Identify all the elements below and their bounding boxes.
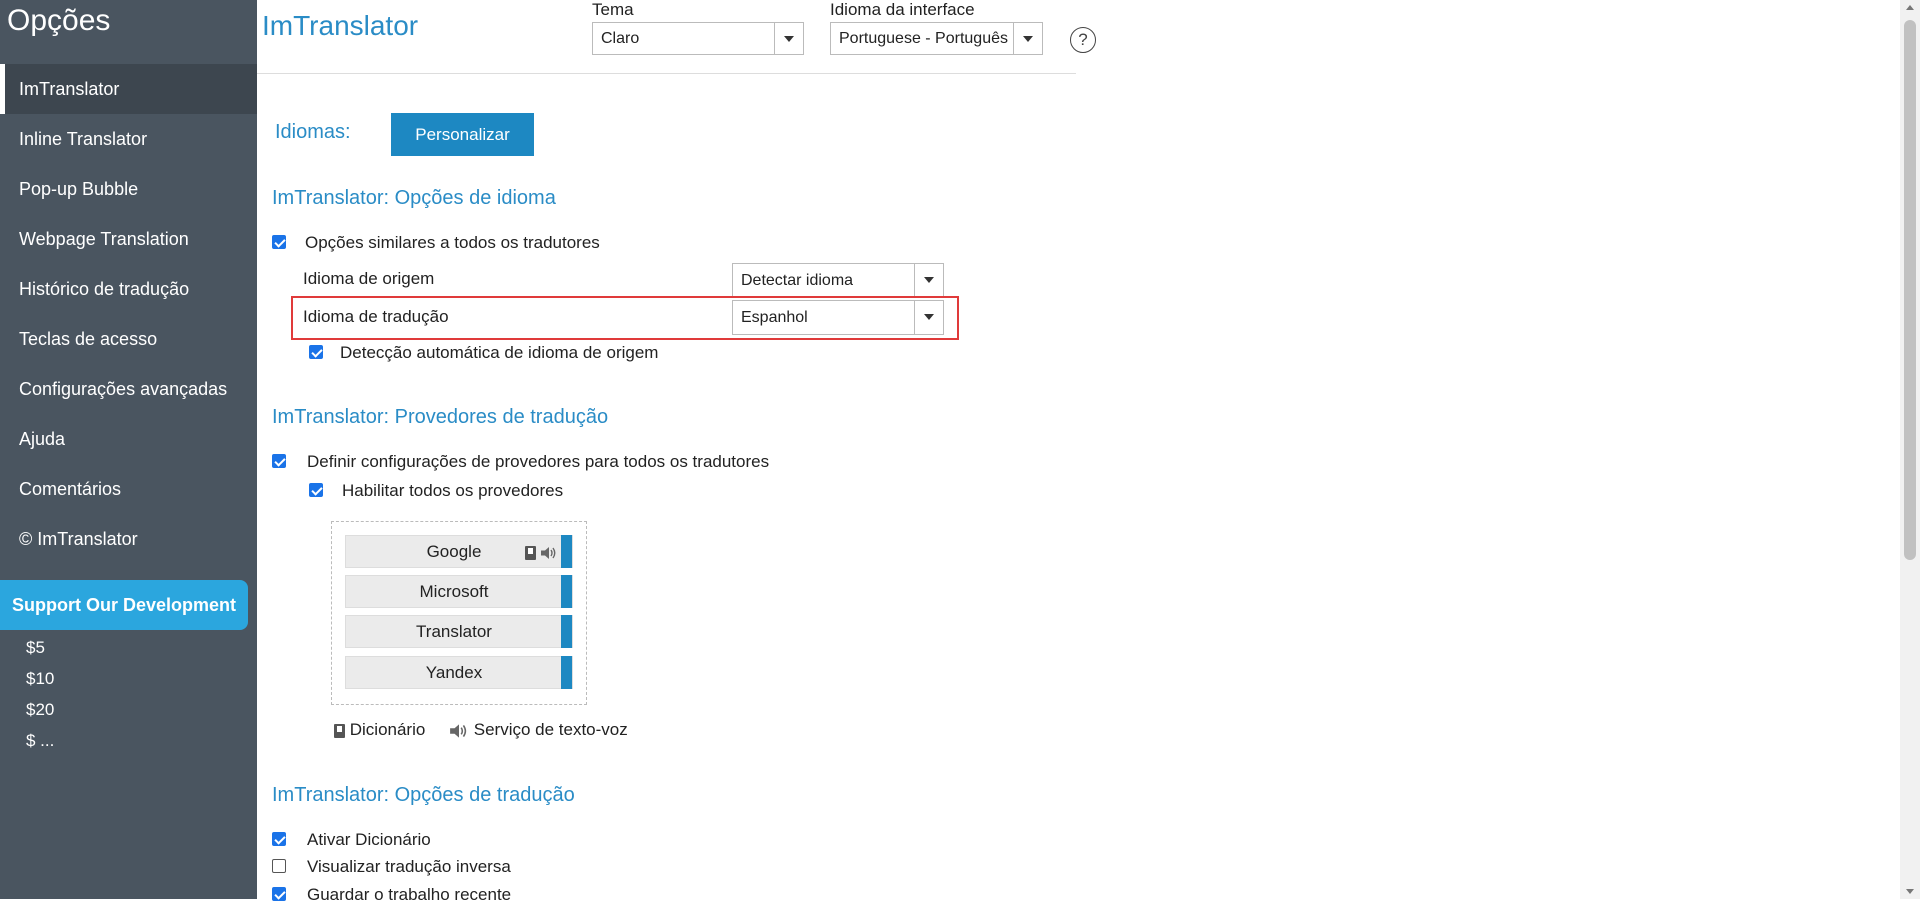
enable-providers-checkbox[interactable]	[309, 483, 323, 497]
sidebar-item-popup-bubble[interactable]: Pop-up Bubble	[0, 164, 257, 214]
header-divider	[257, 73, 1076, 74]
define-providers-label: Definir configurações de provedores para…	[307, 452, 770, 471]
donation-10-link[interactable]: $10	[26, 663, 54, 694]
provider-microsoft[interactable]: Microsoft	[345, 575, 573, 608]
save-recent-label: Guardar o trabalho recente	[307, 885, 512, 904]
scroll-down-icon[interactable]	[1906, 889, 1914, 894]
sidebar-item-hotkeys[interactable]: Teclas de acesso	[0, 314, 257, 364]
back-translation-checkbox[interactable]	[272, 859, 286, 873]
sidebar-item-history[interactable]: Histórico de tradução	[0, 264, 257, 314]
source-language-value: Detectar idioma	[741, 272, 854, 289]
donation-20-link[interactable]: $20	[26, 694, 54, 725]
sidebar: Opções ImTranslator Inline Translator Po…	[0, 0, 257, 899]
sidebar-title: Opções	[7, 4, 111, 37]
provider-name: Yandex	[425, 663, 483, 682]
donation-5-link[interactable]: $5	[26, 632, 54, 663]
sidebar-item-advanced-settings[interactable]: Configurações avançadas	[0, 364, 257, 414]
theme-select[interactable]: Claro	[592, 22, 804, 55]
same-options-checkbox[interactable]	[272, 235, 286, 249]
sidebar-item-webpage-translation[interactable]: Webpage Translation	[0, 214, 257, 264]
provider-enabled-bar	[561, 535, 572, 568]
provider-yandex[interactable]: Yandex	[345, 656, 573, 689]
sidebar-item-feedback[interactable]: Comentários	[0, 464, 257, 514]
provider-enabled-bar	[561, 656, 572, 689]
language-options-title: ImTranslator: Opções de idioma	[272, 187, 556, 209]
autodetect-label: Detecção automática de idioma de origem	[340, 343, 659, 362]
define-providers-checkbox[interactable]	[272, 454, 286, 468]
theme-select-value: Claro	[601, 30, 640, 47]
sidebar-item-inline-translator[interactable]: Inline Translator	[0, 114, 257, 164]
provider-google-icons	[524, 544, 558, 562]
chevron-down-icon	[1013, 23, 1042, 54]
source-language-label: Idioma de origem	[303, 269, 435, 288]
app-title: ImTranslator	[262, 10, 419, 41]
autodetect-checkbox[interactable]	[309, 345, 323, 359]
donation-custom-link[interactable]: $ ...	[26, 725, 54, 756]
support-development-button[interactable]: Support Our Development	[0, 580, 248, 630]
provider-google[interactable]: Google	[345, 535, 573, 568]
sidebar-item-imtranslator[interactable]: ImTranslator	[0, 64, 257, 114]
sidebar-item-help[interactable]: Ajuda	[0, 414, 257, 464]
same-options-label: Opções similares a todos os tradutores	[305, 233, 600, 252]
enable-dictionary-checkbox[interactable]	[272, 832, 286, 846]
scrollbar-thumb[interactable]	[1904, 20, 1916, 560]
provider-enabled-bar	[561, 615, 572, 648]
dictionary-icon	[524, 545, 536, 560]
target-language-select[interactable]: Espanhol	[732, 300, 944, 335]
legend-tts: Serviço de texto-voz	[449, 720, 628, 742]
chevron-down-icon	[774, 23, 803, 54]
providers-title: ImTranslator: Provedores de tradução	[272, 406, 609, 428]
theme-label: Tema	[592, 0, 634, 19]
customize-button[interactable]: Personalizar	[391, 113, 534, 156]
languages-label: Idiomas:	[275, 121, 351, 143]
enable-providers-label: Habilitar todos os provedores	[342, 481, 564, 500]
provider-translator[interactable]: Translator	[345, 615, 573, 648]
page-scrollbar[interactable]	[1900, 0, 1920, 899]
dictionary-icon	[334, 723, 345, 738]
ui-language-select-value: Portuguese - Português	[839, 30, 1008, 47]
source-language-select[interactable]: Detectar idioma	[732, 263, 944, 298]
ui-language-label: Idioma da interface	[830, 0, 975, 19]
chevron-down-icon	[914, 301, 943, 334]
donation-list: $5 $10 $20 $ ...	[26, 632, 54, 756]
provider-enabled-bar	[561, 575, 572, 608]
enable-dictionary-label: Ativar Dicionário	[307, 830, 431, 849]
provider-name: Microsoft	[419, 582, 489, 601]
sidebar-menu: ImTranslator Inline Translator Pop-up Bu…	[0, 64, 257, 564]
legend-dictionary: Dicionário	[334, 720, 425, 742]
sidebar-item-about[interactable]: © ImTranslator	[0, 514, 257, 564]
ui-language-select[interactable]: Portuguese - Português	[830, 22, 1043, 55]
target-language-label: Idioma de tradução	[303, 307, 449, 326]
speaker-icon	[541, 546, 556, 559]
help-icon[interactable]: ?	[1070, 27, 1096, 53]
providers-box: Google Microsoft Translator Yandex	[331, 521, 587, 705]
speaker-icon	[450, 723, 467, 738]
translation-options-title: ImTranslator: Opções de tradução	[272, 784, 575, 806]
scroll-up-icon[interactable]	[1906, 5, 1914, 10]
target-language-value: Espanhol	[741, 309, 808, 326]
legend-tts-label: Serviço de texto-voz	[473, 720, 628, 739]
back-translation-label: Visualizar tradução inversa	[307, 857, 511, 876]
legend-dictionary-label: Dicionário	[349, 720, 426, 739]
provider-name: Translator	[416, 622, 492, 641]
chevron-down-icon	[914, 264, 943, 297]
